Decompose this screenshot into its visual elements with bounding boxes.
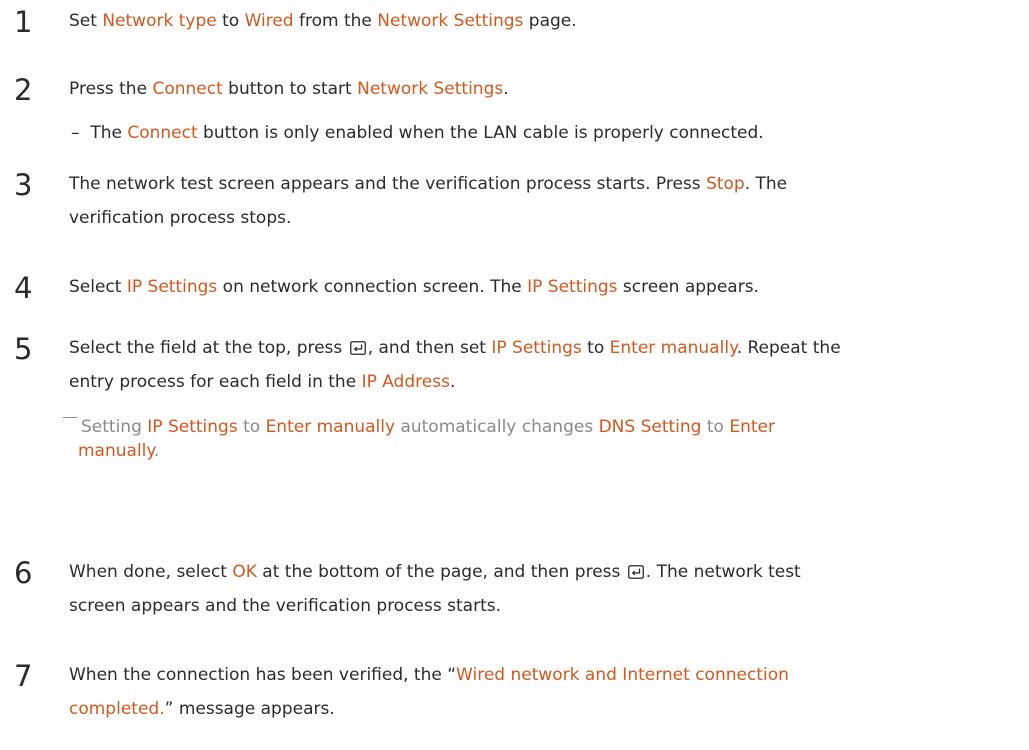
text: The network test screen appears and the … bbox=[69, 174, 707, 194]
text: entry process for each field in the bbox=[69, 372, 362, 392]
text: . Repeat the bbox=[736, 338, 841, 358]
highlight-ip-settings: IP Settings bbox=[527, 277, 618, 297]
text: ” message appears. bbox=[164, 699, 335, 719]
step-number: 2 bbox=[14, 73, 33, 107]
text: from the bbox=[293, 11, 378, 31]
note-dash-icon bbox=[63, 417, 77, 418]
highlight-wired: Wired bbox=[244, 11, 294, 31]
text: Setting bbox=[81, 417, 148, 437]
highlight-message: completed. bbox=[69, 699, 165, 719]
text: button to start bbox=[222, 79, 358, 99]
sub-note: – The Connect button is only enabled whe… bbox=[71, 116, 764, 150]
step-number: 4 bbox=[14, 271, 33, 305]
highlight-enter: Enter bbox=[729, 417, 775, 437]
text: on network connection screen. The bbox=[217, 277, 528, 297]
text: verification process stops. bbox=[69, 208, 292, 228]
enter-key-icon bbox=[627, 557, 644, 579]
text: . bbox=[154, 441, 160, 461]
text: Select the field at the top, press bbox=[69, 338, 348, 358]
highlight-ip-settings: IP Settings bbox=[491, 338, 582, 358]
text: button is only enabled when the LAN cabl… bbox=[197, 123, 764, 143]
text: , and then set bbox=[367, 338, 492, 358]
highlight-enter-manually: Enter manually bbox=[265, 417, 396, 437]
step-text: Press the Connect button to start Networ… bbox=[69, 72, 1019, 106]
highlight-ip-settings: IP Settings bbox=[147, 417, 238, 437]
highlight-connect: Connect bbox=[127, 123, 198, 143]
highlight-network-type: Network type bbox=[102, 11, 217, 31]
highlight-network-settings: Network Settings bbox=[377, 11, 524, 31]
step-text: Set Network type to Wired from the Netwo… bbox=[69, 4, 1019, 38]
step-number: 7 bbox=[14, 659, 33, 693]
text: Press the bbox=[69, 79, 153, 99]
step-number: 3 bbox=[14, 168, 33, 202]
step-text: Select IP Settings on network connection… bbox=[69, 270, 1019, 304]
text: . bbox=[449, 372, 456, 392]
step-number: 6 bbox=[14, 556, 33, 590]
text: Select bbox=[69, 277, 127, 297]
enter-key-icon bbox=[349, 333, 366, 355]
highlight-dns-setting: DNS Setting bbox=[598, 417, 702, 437]
text: to bbox=[216, 11, 245, 31]
text: Set bbox=[69, 11, 103, 31]
step-text: Select the field at the top, press , and… bbox=[69, 331, 1019, 399]
instruction-page: 1 Set Network type to Wired from the Net… bbox=[0, 0, 1029, 750]
text: . The network test bbox=[645, 562, 801, 582]
highlight-connect: Connect bbox=[152, 79, 223, 99]
highlight-ok: OK bbox=[232, 562, 257, 582]
dash: – bbox=[71, 123, 80, 143]
text: The bbox=[90, 123, 128, 143]
text: page. bbox=[523, 11, 577, 31]
text: When the connection has been verified, t… bbox=[69, 665, 457, 685]
text: at the bottom of the page, and then pres… bbox=[256, 562, 626, 582]
text: . bbox=[503, 79, 509, 99]
highlight-manually: manually bbox=[78, 441, 155, 461]
text: screen appears and the verification proc… bbox=[69, 596, 501, 616]
step-text: When the connection has been verified, t… bbox=[69, 658, 1019, 726]
highlight-network-settings: Network Settings bbox=[357, 79, 504, 99]
text: When done, select bbox=[69, 562, 233, 582]
highlight-enter-manually: Enter manually bbox=[609, 338, 737, 358]
text: to bbox=[701, 417, 730, 437]
text: . The bbox=[744, 174, 788, 194]
highlight-ip-settings: IP Settings bbox=[126, 277, 218, 297]
note: Setting IP Settings to Enter manually au… bbox=[63, 415, 943, 463]
text: automatically changes bbox=[395, 417, 599, 437]
text: to bbox=[237, 417, 266, 437]
highlight-stop: Stop bbox=[706, 174, 745, 194]
highlight-message: Wired network and Internet connection bbox=[456, 665, 789, 685]
step-number: 5 bbox=[14, 332, 33, 366]
step-text: When done, select OK at the bottom of th… bbox=[69, 555, 1019, 623]
step-text: The network test screen appears and the … bbox=[69, 167, 1019, 235]
text: screen appears. bbox=[617, 277, 759, 297]
highlight-ip-address: IP Address bbox=[361, 372, 450, 392]
text: to bbox=[581, 338, 610, 358]
step-number: 1 bbox=[14, 5, 33, 39]
